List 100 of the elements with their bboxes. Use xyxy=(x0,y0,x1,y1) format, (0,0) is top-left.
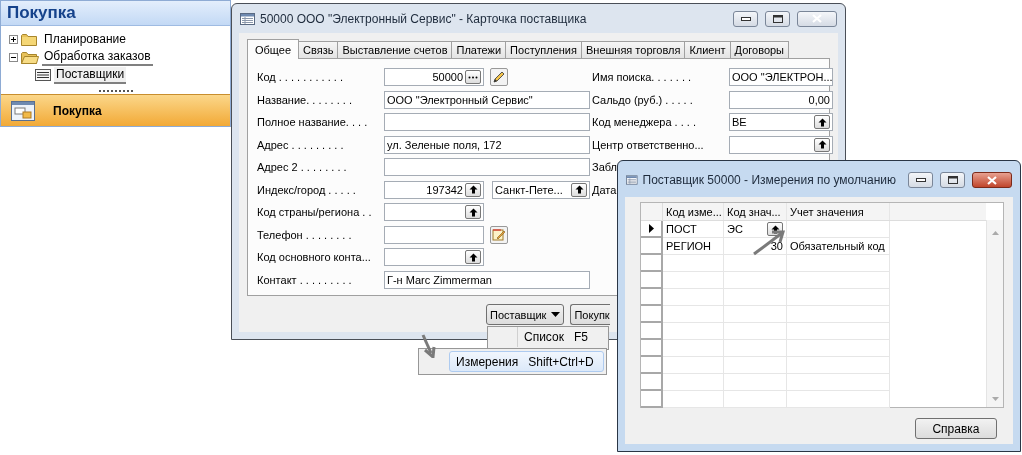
column-header[interactable]: Код знач... xyxy=(724,203,787,220)
minimize-button[interactable] xyxy=(733,10,758,27)
up-arrow-icon xyxy=(770,224,780,234)
collapse-icon[interactable] xyxy=(9,52,18,62)
input-field[interactable] xyxy=(384,225,484,244)
field-label: Контакт . . . . . . . . . xyxy=(257,273,353,286)
field-label: Код менеджера . . . . xyxy=(592,116,697,129)
table-cell: ПОСТ xyxy=(663,221,724,238)
input-field[interactable]: ООО "Электронный Сервис" xyxy=(384,90,590,109)
maximize-icon xyxy=(947,176,958,184)
table-cell xyxy=(724,391,787,408)
tab[interactable]: Внешняя торговля xyxy=(580,41,686,58)
field-label: Имя поиска. . . . . . . xyxy=(592,71,693,84)
table-cell xyxy=(724,306,787,323)
tab[interactable]: Выставление счетов xyxy=(337,41,453,58)
scroll-up-icon xyxy=(991,231,999,235)
tab[interactable]: Договоры xyxy=(729,41,790,58)
input-field[interactable] xyxy=(384,113,590,132)
input-field[interactable]: ул. Зеленые поля, 172 xyxy=(384,135,590,154)
minimize-button[interactable] xyxy=(908,172,933,188)
pointer-arrow xyxy=(420,334,436,358)
lookup-button[interactable] xyxy=(465,250,481,265)
maximize-button[interactable] xyxy=(765,10,790,27)
row-header[interactable] xyxy=(641,221,663,238)
field-label: Код страны/региона . . xyxy=(257,206,373,219)
navigation-button[interactable]: Покупка xyxy=(1,94,230,126)
maximize-button[interactable] xyxy=(940,172,965,188)
table-cell: Обязательный код xyxy=(787,238,890,255)
tab[interactable]: Платежи xyxy=(451,41,507,58)
menu-item[interactable]: Список F5 xyxy=(517,327,606,347)
current-row-icon xyxy=(648,224,654,233)
pointer-arrow xyxy=(752,228,786,256)
lookup-button[interactable] xyxy=(465,205,481,220)
notepad-icon xyxy=(492,228,506,242)
lookup-button[interactable] xyxy=(814,137,830,152)
scroll-down-icon xyxy=(991,397,999,401)
edit-button[interactable] xyxy=(490,68,508,87)
input-field[interactable] xyxy=(384,158,590,177)
field-label: Код основного конта... xyxy=(257,251,372,264)
close-icon xyxy=(812,14,822,23)
tree-item[interactable]: Поставщики xyxy=(54,66,127,84)
table-icon xyxy=(626,174,638,186)
input-field[interactable] xyxy=(384,248,484,267)
assist-button[interactable] xyxy=(465,70,481,85)
help-button[interactable]: Справка xyxy=(915,418,997,439)
input-field[interactable]: 0,00 xyxy=(729,90,833,109)
lookup-button[interactable] xyxy=(465,182,481,197)
input-field[interactable]: 50000 xyxy=(384,68,484,87)
tab[interactable]: Поступления xyxy=(505,41,582,58)
pencil-icon xyxy=(493,71,505,84)
close-icon xyxy=(987,175,997,185)
table-cell xyxy=(663,374,724,391)
column-header[interactable]: Учет значения xyxy=(787,203,890,220)
table-cell xyxy=(724,323,787,340)
input-field[interactable]: ООО "ЭЛЕКТРОН... xyxy=(729,68,833,87)
tree-item[interactable]: Планирование xyxy=(42,31,128,47)
input-field[interactable]: Г-н Marc Zimmerman xyxy=(384,270,590,289)
action-button[interactable]: Покупк xyxy=(570,304,610,325)
up-arrow-icon xyxy=(574,185,584,195)
table-cell xyxy=(724,340,787,357)
table-cell xyxy=(724,374,787,391)
table-icon xyxy=(240,12,255,25)
list-icon xyxy=(35,69,51,81)
input-field[interactable] xyxy=(384,203,484,222)
action-button[interactable]: Поставщик xyxy=(486,304,565,325)
field-label: Адрес . . . . . . . . . xyxy=(257,138,345,151)
tab[interactable]: Клиент xyxy=(684,41,731,58)
up-arrow-icon xyxy=(468,207,478,217)
tab[interactable]: Связь xyxy=(298,41,339,58)
menu-item[interactable]: Измерения Shift+Ctrl+D xyxy=(449,351,604,372)
field-label: Центр ответственно... xyxy=(592,138,705,151)
table-cell: РЕГИОН xyxy=(663,238,724,255)
maximize-icon xyxy=(772,14,783,23)
field-label: Индекс/город . . . . . xyxy=(257,183,357,196)
lookup-button[interactable] xyxy=(571,182,587,197)
window-title: 50000 ООО "Электронный Сервис" - Карточка поставщика xyxy=(260,11,587,26)
table-cell xyxy=(663,272,724,289)
field-label: Дата xyxy=(592,183,617,196)
table-cell xyxy=(724,357,787,374)
tab[interactable]: Общее xyxy=(247,39,300,59)
folder-icon xyxy=(21,50,39,64)
input-field[interactable] xyxy=(729,135,833,154)
table-cell xyxy=(663,391,724,408)
folder-icon xyxy=(21,32,39,46)
table-cell xyxy=(663,340,724,357)
scrollbar[interactable] xyxy=(986,220,1003,407)
input-field[interactable]: 197342 xyxy=(384,180,484,199)
pane-title: Покупка xyxy=(1,1,230,26)
lookup-button[interactable] xyxy=(814,115,830,130)
input-field[interactable]: ВЕ xyxy=(729,113,833,132)
tree-item[interactable]: Обработка заказов xyxy=(42,48,153,66)
notepad-button[interactable] xyxy=(490,225,508,244)
input-field[interactable]: Санкт-Пете... xyxy=(492,180,590,199)
close-button[interactable] xyxy=(972,172,1012,188)
expand-icon[interactable] xyxy=(9,34,18,44)
table-cell xyxy=(663,289,724,306)
splitter-handle[interactable] xyxy=(98,90,133,92)
minimize-icon xyxy=(915,178,926,182)
field-label: Название. . . . . . . . xyxy=(257,93,353,106)
column-header[interactable]: Код изме... xyxy=(663,203,724,220)
